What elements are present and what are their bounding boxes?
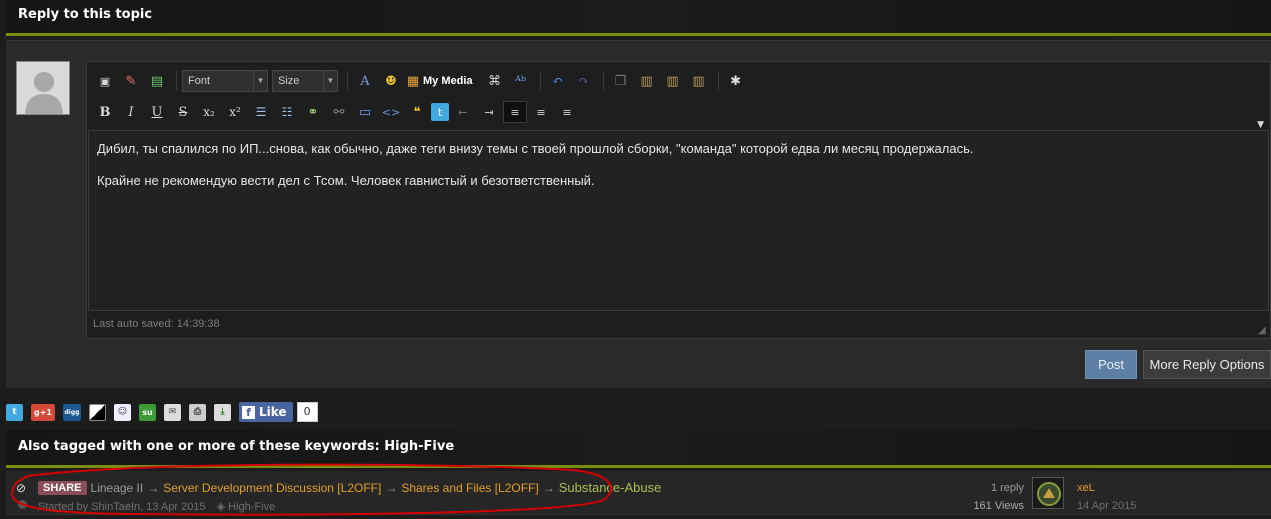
topic-breadcrumb: SHARE Lineage II → Server Development Di…: [38, 480, 661, 495]
editor-toolbar-top: ▣ ✎ ▤ Font ▼ Size ▼ A ☻ ▦ My Media ⌘ ᴬᵇ …: [87, 66, 1271, 96]
italic-icon[interactable]: I: [119, 101, 143, 123]
avatar: [16, 61, 70, 115]
undo-icon[interactable]: ↶: [546, 70, 570, 92]
align-right-icon[interactable]: ≡: [555, 101, 579, 123]
size-select[interactable]: Size ▼: [272, 70, 338, 92]
topic-title-link[interactable]: Substance-Abuse: [559, 480, 662, 495]
image-icon[interactable]: ▭: [353, 101, 377, 123]
twitter-share-icon[interactable]: t: [6, 403, 23, 421]
link-icon[interactable]: ⚭: [301, 101, 325, 123]
reply-panel: ▣ ✎ ▤ Font ▼ Size ▼ A ☻ ▦ My Media ⌘ ᴬᵇ …: [6, 40, 1271, 388]
editor: ▣ ✎ ▤ Font ▼ Size ▼ A ☻ ▦ My Media ⌘ ᴬᵇ …: [86, 61, 1271, 339]
post-content-editor[interactable]: Дибил, ты спалился по ИП...снова, как об…: [88, 130, 1269, 311]
font-select-label: Font: [188, 75, 211, 87]
breadcrumb-lineage[interactable]: Lineage II: [91, 481, 144, 495]
resize-handle-icon[interactable]: ◢: [1258, 326, 1268, 336]
print-icon[interactable]: ⎙: [189, 403, 206, 421]
toolbar-separator: [602, 71, 604, 91]
toolbar-separator: [176, 71, 177, 91]
toolbar-separator: [539, 71, 541, 91]
breadcrumb-shares[interactable]: Shares and Files [L2OFF]: [401, 481, 538, 495]
post-button[interactable]: Post: [1085, 350, 1137, 379]
superscript-icon[interactable]: x²: [223, 101, 247, 123]
topic-locked-icon: ⊘: [16, 481, 27, 495]
email-share-icon[interactable]: ✉: [164, 403, 181, 421]
redo-icon[interactable]: ↷: [572, 70, 596, 92]
strikethrough-icon[interactable]: S: [171, 101, 195, 123]
bold-icon[interactable]: B: [93, 101, 117, 123]
paste-text-icon[interactable]: ▤: [145, 70, 169, 92]
paste-icon[interactable]: ▥: [635, 70, 659, 92]
download-icon[interactable]: ⤓: [214, 403, 231, 421]
reply-header-title: Reply to this topic: [18, 7, 153, 22]
toolbar-separator: [717, 71, 719, 91]
unread-status-icon: [18, 500, 27, 509]
breadcrumb-arrow-icon: →: [385, 480, 398, 495]
facebook-like-button[interactable]: f Like: [239, 402, 293, 422]
align-left-icon[interactable]: ≡: [503, 101, 527, 123]
stumbleupon-share-icon[interactable]: su: [139, 403, 156, 421]
copy-icon[interactable]: ❐: [609, 70, 633, 92]
numbered-list-icon[interactable]: ☷: [275, 101, 299, 123]
last-poster-name[interactable]: xeL: [1077, 482, 1095, 494]
spellcheck-icon[interactable]: ᴬᵇ: [509, 70, 533, 92]
breadcrumb-arrow-icon: →: [147, 480, 160, 495]
post-paragraph: Дибил, ты спалился по ИП...снова, как об…: [97, 141, 974, 156]
unlink-icon[interactable]: ⚯: [327, 101, 351, 123]
twitter-icon[interactable]: t: [431, 103, 449, 121]
align-center-icon[interactable]: ≡: [529, 101, 553, 123]
reply-header: Reply to this topic: [6, 0, 1271, 36]
subscript-icon[interactable]: x₂: [197, 101, 221, 123]
size-select-label: Size: [278, 75, 300, 87]
digg-share-icon[interactable]: digg: [63, 403, 81, 421]
media-icon[interactable]: ▦: [405, 70, 421, 92]
reddit-share-icon[interactable]: ☺: [114, 403, 131, 421]
source-icon[interactable]: ▣: [93, 70, 117, 92]
google-plus-share-icon[interactable]: g+1: [31, 403, 55, 421]
table-row: ⊘ SHARE Lineage II → Server Development …: [6, 471, 1271, 515]
quote-icon[interactable]: ❝: [405, 101, 429, 123]
related-topics-header: Also tagged with one or more of these ke…: [6, 430, 1271, 468]
topic-meta: Started by ShinTaeIn, 13 Apr 2015 ◈ High…: [38, 500, 275, 513]
topic-tag[interactable]: High-Five: [228, 501, 275, 513]
breadcrumb-arrow-icon: →: [542, 480, 555, 495]
last-post-date: 14 Apr 2015: [1077, 500, 1137, 512]
topic-replies[interactable]: 1 reply: [966, 482, 1024, 494]
editor-toolbar-bottom: B I U S x₂ x² ☰ ☷ ⚭ ⚯ ▭ <> ❝ t ⇤ ⇥ ≡ ≡ ≡: [87, 97, 1271, 127]
paste-word-icon[interactable]: ▥: [687, 70, 711, 92]
facebook-like-label: Like: [259, 405, 287, 419]
outdent-icon[interactable]: ⇤: [451, 101, 475, 123]
facebook-icon: f: [242, 405, 255, 419]
share-links: t g+1 digg ☺ su ✉ ⎙ ⤓ f Like 0: [6, 401, 318, 423]
my-media-button[interactable]: My Media: [423, 75, 473, 87]
delicious-share-icon[interactable]: [89, 403, 106, 421]
topic-prefix-badge[interactable]: SHARE: [38, 480, 87, 495]
post-paragraph: Крайне не рекомендую вести дел с Тсом. Ч…: [97, 173, 595, 188]
chevron-down-icon: ▼: [253, 71, 267, 91]
paste-plain-icon[interactable]: ▥: [661, 70, 685, 92]
last-poster-avatar[interactable]: [1032, 477, 1064, 509]
more-reply-options-button[interactable]: More Reply Options: [1143, 350, 1271, 379]
facebook-like-count: 0: [296, 402, 318, 422]
text-color-icon[interactable]: A: [353, 70, 377, 92]
chevron-down-icon: ▼: [323, 71, 337, 91]
bulleted-list-icon[interactable]: ☰: [249, 101, 273, 123]
toolbar-separator: [347, 71, 348, 91]
underline-icon[interactable]: U: [145, 101, 169, 123]
topic-views: 161 Views: [973, 500, 1024, 512]
font-select[interactable]: Font ▼: [182, 70, 268, 92]
toolbar-collapse-icon[interactable]: ▼: [1257, 120, 1264, 130]
code-icon[interactable]: <>: [379, 101, 403, 123]
indent-icon[interactable]: ⇥: [477, 101, 501, 123]
emoticon-icon[interactable]: ☻: [379, 70, 403, 92]
autosave-status: Last auto saved: 14:39:38: [93, 318, 220, 330]
breadcrumb-server-dev[interactable]: Server Development Discussion [L2OFF]: [163, 481, 381, 495]
remove-format-icon[interactable]: ✎: [119, 70, 143, 92]
topic-started-by: Started by ShinTaeIn, 13 Apr 2015: [38, 501, 206, 513]
find-icon[interactable]: ⌘: [483, 70, 507, 92]
settings-icon[interactable]: ✱: [724, 70, 748, 92]
tag-icon: ◈: [216, 501, 226, 513]
related-topics-title: Also tagged with one or more of these ke…: [18, 439, 455, 454]
